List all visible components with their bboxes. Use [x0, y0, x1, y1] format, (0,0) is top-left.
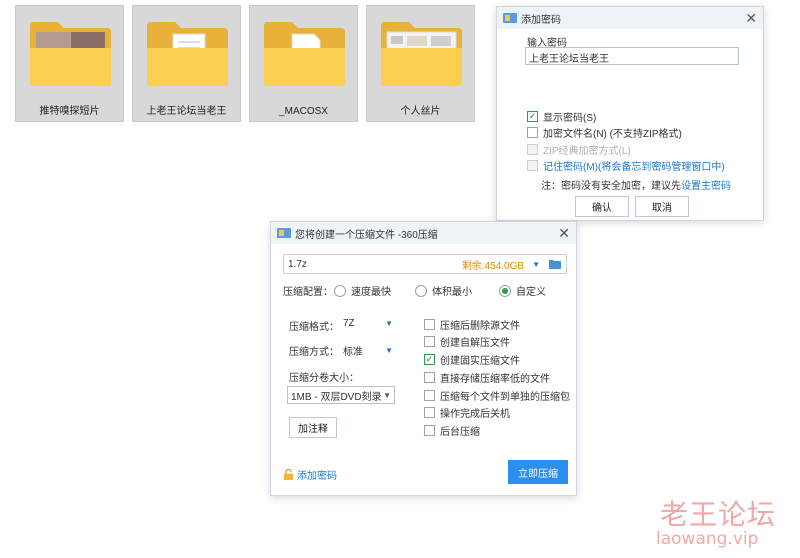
format-value: 7Z	[343, 318, 355, 329]
lock-icon	[283, 469, 294, 480]
close-icon[interactable]: ✕	[745, 11, 757, 25]
folder-name: 推特嗅探短片	[39, 106, 100, 117]
format-select[interactable]: 7Z ▼	[343, 318, 393, 329]
watermark-url: laowang.vip	[656, 529, 759, 549]
option-label: 后台压缩	[440, 427, 480, 438]
option-checkbox[interactable]: 操作完成后关机	[424, 405, 510, 420]
password-note-text: 注：密码没有安全加密，建议先	[541, 181, 681, 192]
option-label: 创建自解压文件	[440, 338, 510, 349]
folder-name: 上老王论坛当老王	[146, 106, 227, 117]
encrypt-filenames-checkbox[interactable]: 加密文件名(N) (不支持ZIP格式)	[527, 125, 682, 140]
remember-password-link[interactable]: 记住密码(M)	[543, 158, 598, 173]
method-select[interactable]: 标准 ▼	[343, 343, 393, 358]
chevron-down-icon: ▼	[385, 319, 393, 328]
checkbox-checked-icon: ✓	[527, 111, 538, 122]
option-checkbox[interactable]: ✓ 创建固实压缩文件	[424, 352, 520, 367]
option-label: 创建固实压缩文件	[440, 356, 520, 367]
folder-name: _MACOSX	[279, 106, 328, 117]
folder-tile[interactable]: 上老王论坛当老王	[132, 5, 241, 122]
radio-icon	[415, 284, 427, 297]
option-checkbox[interactable]: 压缩后删除源文件	[424, 317, 520, 332]
encrypt-filenames-label: 加密文件名(N) (不支持ZIP格式)	[543, 129, 682, 140]
zip-classic-checkbox: ZIP经典加密方式(L)	[527, 142, 631, 157]
folder-icon	[30, 22, 111, 86]
add-comment-button[interactable]: 加注释	[289, 417, 337, 438]
compress-dialog-title: 您将创建一个压缩文件 -360压缩	[295, 229, 438, 241]
mode-smallest-radio[interactable]: 体积最小	[415, 283, 472, 298]
checkbox-icon	[424, 319, 435, 330]
folder-name: 个人丝片	[400, 106, 441, 117]
folder-tile[interactable]: 个人丝片	[366, 5, 475, 122]
browse-folder-icon[interactable]	[548, 258, 562, 270]
checkbox-icon	[424, 407, 435, 418]
checkbox-icon	[527, 127, 538, 138]
mode-custom-radio[interactable]: 自定义	[499, 283, 546, 298]
radio-selected-icon	[499, 284, 511, 297]
archive-filename: 1.7z	[288, 258, 307, 270]
option-checkbox[interactable]: 创建自解压文件	[424, 334, 510, 349]
method-label: 压缩方式：	[289, 347, 339, 358]
checkbox-icon	[527, 144, 538, 155]
archive-app-icon	[503, 13, 517, 23]
chevron-down-icon: ▼	[385, 346, 393, 355]
cancel-button[interactable]: 取消	[635, 196, 689, 217]
add-password-dialog: 添加密码 ✕ 输入密码 上老王论坛当老王 ✓ 显示密码(S) 加密文件名(N) …	[496, 6, 764, 221]
folder-icon	[264, 22, 345, 86]
close-icon[interactable]: ✕	[558, 226, 570, 240]
free-space-label: 剩余:454.0GB	[461, 260, 525, 272]
checkbox-checked-icon: ✓	[424, 354, 435, 365]
checkbox-icon	[424, 336, 435, 347]
folder-icon	[147, 22, 228, 86]
zip-classic-label: ZIP经典加密方式(L)	[543, 146, 631, 157]
option-label: 压缩每个文件到单独的压缩包	[440, 392, 570, 403]
split-size-select[interactable]: 1MB - 双层DVD刻录 ▼	[287, 386, 395, 404]
folder-tile[interactable]: _MACOSX	[249, 5, 358, 122]
checkbox-icon	[424, 425, 435, 436]
split-size-value: 1MB - 双层DVD刻录	[291, 391, 382, 403]
format-label: 压缩格式：	[289, 322, 339, 333]
checkbox-icon	[424, 390, 435, 401]
method-value: 标准	[343, 347, 363, 358]
password-dialog-title: 添加密码	[521, 14, 561, 26]
chevron-down-icon[interactable]: ▼	[532, 260, 540, 269]
folder-icon	[381, 22, 462, 86]
radio-icon	[334, 284, 346, 297]
mode-smallest-label: 体积最小	[432, 287, 472, 298]
add-password-link[interactable]: 添加密码	[283, 467, 337, 482]
option-label: 操作完成后关机	[440, 409, 510, 420]
remember-password-hint: (将会备忘到密码管理窗口中)	[598, 162, 725, 173]
create-archive-dialog: 您将创建一个压缩文件 -360压缩 ✕ 1.7z 剩余:454.0GB ▼ 压缩…	[270, 221, 577, 496]
show-password-checkbox[interactable]: ✓ 显示密码(S)	[527, 109, 596, 124]
option-checkbox[interactable]: 后台压缩	[424, 423, 480, 438]
option-checkbox[interactable]: 压缩每个文件到单独的压缩包	[424, 388, 570, 403]
show-password-label: 显示密码(S)	[543, 113, 597, 124]
archive-path-field[interactable]: 1.7z 剩余:454.0GB ▼	[283, 254, 567, 274]
confirm-button[interactable]: 确认	[575, 196, 629, 217]
mode-fastest-label: 速度最快	[351, 287, 391, 298]
compress-dialog-titlebar: 您将创建一个压缩文件 -360压缩 ✕	[271, 222, 576, 244]
option-checkbox[interactable]: 直接存储压缩率低的文件	[424, 370, 550, 385]
add-password-label: 添加密码	[297, 471, 337, 482]
option-label: 压缩后删除源文件	[440, 321, 520, 332]
password-note: 注：密码没有安全加密，建议先 设置主密码	[541, 177, 731, 192]
password-dialog-titlebar: 添加密码 ✕	[497, 7, 763, 29]
archive-app-icon	[277, 228, 291, 238]
compress-config-label: 压缩配置：	[283, 287, 333, 298]
mode-fastest-radio[interactable]: 速度最快	[334, 283, 391, 298]
checkbox-icon	[424, 372, 435, 383]
mode-custom-label: 自定义	[516, 287, 546, 298]
split-size-label: 压缩分卷大小：	[289, 373, 359, 384]
folder-tile[interactable]: 推特嗅探短片	[15, 5, 124, 122]
chevron-down-icon: ▼	[383, 390, 391, 400]
remember-password-checkbox[interactable]: 记住密码(M) (将会备忘到密码管理窗口中)	[527, 158, 725, 173]
set-master-password-link[interactable]: 设置主密码	[681, 177, 731, 192]
password-input[interactable]: 上老王论坛当老王	[525, 47, 739, 65]
watermark-text: 老王论坛	[660, 498, 777, 531]
checkbox-icon	[527, 160, 538, 171]
compress-now-button[interactable]: 立即压缩	[508, 460, 568, 484]
option-label: 直接存储压缩率低的文件	[440, 374, 550, 385]
